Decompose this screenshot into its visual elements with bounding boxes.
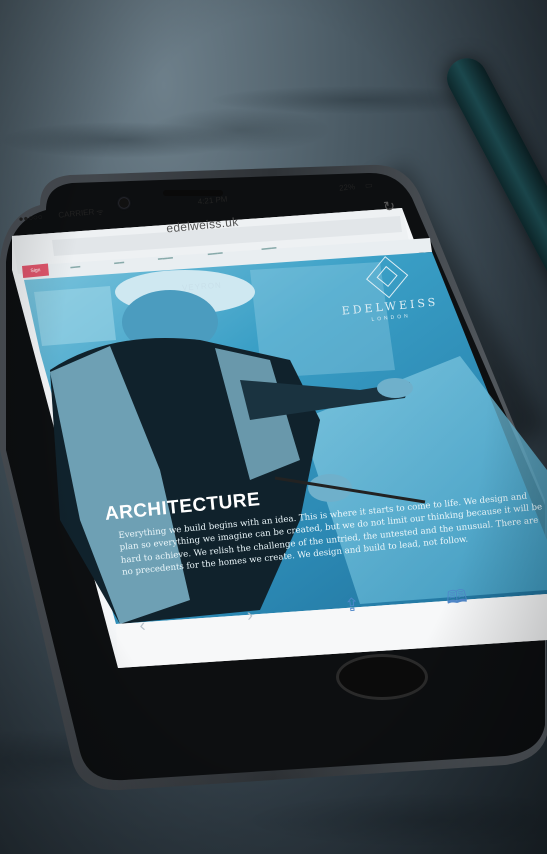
url-text[interactable]: edelweiss.uk [166, 215, 239, 236]
home-button[interactable] [336, 654, 428, 700]
nav-item[interactable]: ▬▬▬ [158, 255, 174, 262]
nav-item[interactable]: ▬▬▬ [207, 250, 223, 257]
brand-logo[interactable]: EDELWEISS LONDON [326, 256, 451, 327]
chevron-left-icon[interactable]: ‹ [138, 615, 146, 636]
battery-percent: 22% [338, 182, 356, 193]
nav-item[interactable]: ▬▬ [114, 259, 125, 266]
nav-item[interactable]: ▬▬ [70, 263, 81, 270]
book-icon[interactable]: 🕮 [445, 584, 469, 616]
phone-svg [0, 164, 547, 791]
battery-icon: ▭ [364, 180, 373, 191]
carrier-label: CARRIER [57, 207, 95, 220]
photo-scene: ●●○○○ CARRIER ᯤ 4:21 PM 22% ▭ edelweiss.… [0, 0, 547, 854]
nav-item-active[interactable]: Sign [22, 263, 50, 278]
nav-item[interactable]: ▬▬▬ [261, 245, 277, 252]
share-icon[interactable]: ⇪ [344, 594, 361, 616]
chevron-right-icon[interactable]: › [246, 605, 254, 626]
signal-icon: ●●○○○ [18, 212, 44, 224]
hero-window [34, 286, 116, 346]
worker-hand [377, 378, 413, 398]
reload-icon[interactable]: ↻ [382, 198, 395, 216]
clock: 4:21 PM [197, 194, 228, 207]
wifi-icon: ᯤ [95, 207, 105, 218]
